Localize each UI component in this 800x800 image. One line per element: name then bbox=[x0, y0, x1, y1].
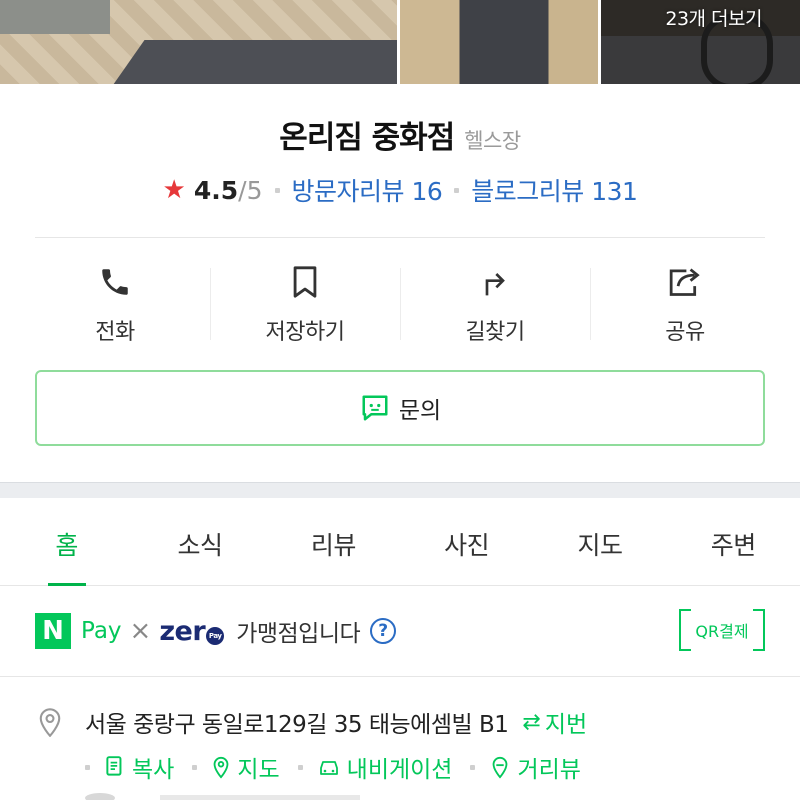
tab-home[interactable]: 홈 bbox=[0, 498, 133, 585]
gym-photo-1[interactable] bbox=[0, 0, 397, 84]
place-category: 헬스장 bbox=[464, 129, 521, 153]
phone-icon bbox=[95, 262, 135, 302]
separator-dot bbox=[470, 764, 476, 770]
navigation-button[interactable]: 내비게이션 bbox=[317, 750, 453, 784]
car-icon bbox=[319, 761, 338, 775]
visitor-reviews-link[interactable]: 방문자리뷰 16 bbox=[292, 172, 443, 208]
share-label: 공유 bbox=[665, 320, 705, 345]
swap-arrows-icon: ⇄ bbox=[522, 709, 541, 735]
separator-dot bbox=[274, 187, 280, 193]
inquiry-button[interactable]: 문의 bbox=[35, 370, 765, 446]
star-icon: ★ bbox=[162, 175, 186, 205]
blog-reviews-link[interactable]: 블로그리뷰 131 bbox=[471, 172, 638, 208]
npay-logo: N bbox=[35, 613, 71, 649]
next-row-text bbox=[160, 795, 360, 800]
pay-info-row: N Pay × zer Pay 가맹점입니다 ? QR결제 bbox=[35, 603, 765, 659]
place-header: 온리짐 중화점 헬스장 bbox=[0, 112, 800, 157]
tab-bar: 홈 소식 리뷰 사진 지도 주변 bbox=[0, 498, 800, 586]
place-name: 온리짐 중화점 bbox=[279, 120, 455, 156]
copy-label: 복사 bbox=[132, 757, 175, 783]
rating-value: 4.5 bbox=[193, 175, 239, 205]
street-view-icon bbox=[493, 756, 508, 779]
map-pin-icon bbox=[213, 756, 229, 779]
copy-icon bbox=[106, 756, 122, 776]
times-symbol: × bbox=[129, 616, 152, 646]
address-row: 서울 중랑구 동일로129길 35 태능에셈빌 B1 ⇄ 지번 bbox=[35, 705, 775, 739]
separator-dot bbox=[192, 764, 198, 770]
tab-map[interactable]: 지도 bbox=[533, 498, 666, 585]
jibun-toggle[interactable]: ⇄ 지번 bbox=[522, 705, 587, 739]
tab-reviews[interactable]: 리뷰 bbox=[267, 498, 400, 585]
inquiry-label: 문의 bbox=[398, 398, 442, 424]
location-pin-icon bbox=[35, 707, 65, 737]
separator-dot bbox=[454, 187, 460, 193]
map-label: 지도 bbox=[237, 757, 280, 783]
gym-photo-2[interactable] bbox=[399, 0, 598, 84]
qr-payment-button[interactable]: QR결제 bbox=[679, 609, 765, 651]
tab-news[interactable]: 소식 bbox=[133, 498, 266, 585]
save-button[interactable]: 저장하기 bbox=[210, 258, 400, 348]
chat-icon bbox=[359, 393, 391, 423]
npay-word: Pay bbox=[81, 618, 122, 644]
jibun-label: 지번 bbox=[544, 712, 588, 738]
directions-label: 길찾기 bbox=[465, 320, 525, 345]
separator-dot bbox=[85, 764, 90, 770]
help-icon[interactable]: ? bbox=[370, 618, 397, 644]
save-label: 저장하기 bbox=[265, 320, 345, 345]
zeropay-word: zer bbox=[159, 615, 206, 647]
tab-photos[interactable]: 사진 bbox=[400, 498, 533, 585]
share-icon bbox=[665, 262, 705, 302]
rating-row: ★ 4.5 /5 방문자리뷰 16 블로그리뷰 131 bbox=[0, 172, 800, 208]
bookmark-icon bbox=[285, 262, 325, 302]
call-button[interactable]: 전화 bbox=[20, 258, 210, 348]
separator-dot bbox=[297, 764, 303, 770]
address-text: 서울 중랑구 동일로129길 35 태능에셈빌 B1 bbox=[85, 712, 509, 738]
more-photos-link[interactable]: 23개 더보기 bbox=[665, 4, 762, 31]
action-bar: 전화 저장하기 길찾기 공유 bbox=[20, 258, 780, 348]
map-button[interactable]: 지도 bbox=[211, 750, 280, 784]
directions-icon bbox=[475, 262, 515, 302]
zeropay-badge: Pay bbox=[206, 626, 225, 645]
pay-description: 가맹점입니다 bbox=[236, 621, 361, 647]
directions-button[interactable]: 길찾기 bbox=[400, 258, 590, 348]
address-actions: 복사 지도 내비게이션 거리뷰 bbox=[85, 750, 599, 784]
share-button[interactable]: 공유 bbox=[590, 258, 780, 348]
zeropay-logo: zer Pay bbox=[159, 615, 225, 647]
divider bbox=[0, 676, 800, 677]
section-separator bbox=[0, 482, 800, 498]
divider bbox=[35, 237, 765, 238]
next-row-icon bbox=[85, 793, 115, 800]
navigation-label: 내비게이션 bbox=[346, 757, 453, 783]
street-view-label: 거리뷰 bbox=[517, 757, 581, 783]
photo-strip[interactable]: 23개 더보기 bbox=[0, 0, 800, 84]
rating-max: /5 bbox=[238, 175, 263, 205]
call-label: 전화 bbox=[95, 320, 135, 345]
tab-nearby[interactable]: 주변 bbox=[667, 498, 800, 585]
copy-address-button[interactable]: 복사 bbox=[104, 750, 174, 784]
street-view-button[interactable]: 거리뷰 bbox=[489, 750, 581, 784]
